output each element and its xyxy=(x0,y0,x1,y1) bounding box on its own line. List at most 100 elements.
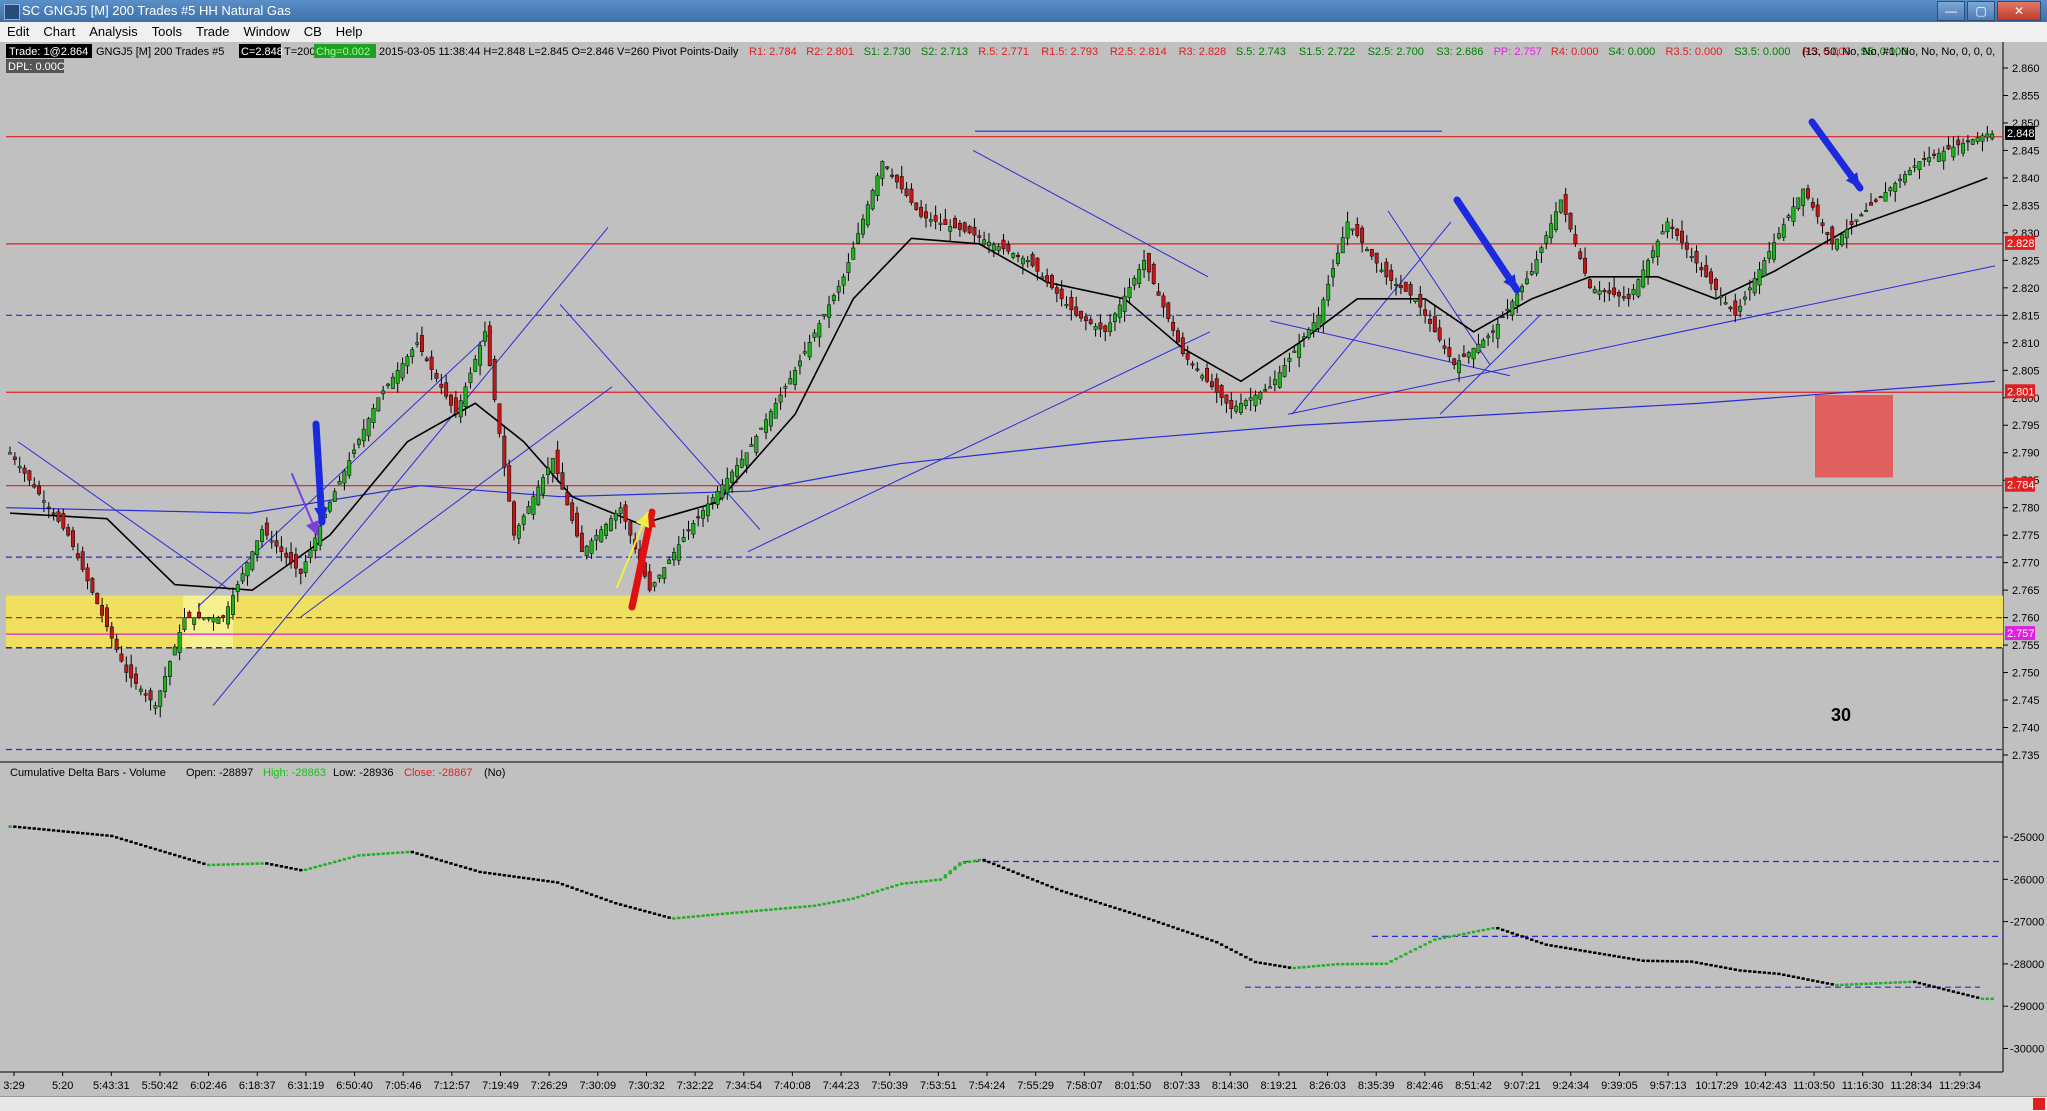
menu-help[interactable]: Help xyxy=(329,22,370,42)
menu-analysis[interactable]: Analysis xyxy=(82,22,144,42)
candle-body xyxy=(1636,279,1641,297)
delta-bar xyxy=(1108,905,1112,908)
delta-bar xyxy=(1428,940,1432,944)
candle-body xyxy=(1045,275,1050,283)
candle-body xyxy=(919,207,924,217)
candle-body xyxy=(332,491,337,502)
candle-body xyxy=(250,551,255,570)
candle-body xyxy=(1398,285,1403,289)
delta-bar xyxy=(1297,966,1301,969)
delta-bar xyxy=(1520,935,1524,938)
delta-bar xyxy=(1597,952,1602,955)
candle-body xyxy=(904,188,909,197)
candle-body xyxy=(1544,235,1549,244)
delta-bar xyxy=(827,901,831,905)
delta-bar xyxy=(1869,982,1873,985)
candle-body xyxy=(1776,233,1781,239)
delta-bar xyxy=(459,865,463,868)
candle-body xyxy=(1297,343,1302,358)
x-tick-label: 7:32:22 xyxy=(677,1080,714,1092)
level-price-label: 2.828 xyxy=(2007,238,2035,250)
delta-bar xyxy=(415,852,419,855)
delta-bar xyxy=(1748,970,1752,973)
candle-body xyxy=(1791,206,1796,222)
delta-bar xyxy=(1602,953,1607,956)
delta-bar xyxy=(1694,961,1699,964)
candle-body xyxy=(1587,279,1592,289)
subgraph-open: Open: -28897 xyxy=(186,767,253,779)
candle-body xyxy=(1369,248,1374,257)
candle-body xyxy=(148,690,153,701)
delta-bar xyxy=(1035,880,1040,883)
delta-bar xyxy=(677,916,681,920)
delta-bar xyxy=(909,881,914,884)
delta-bar xyxy=(1607,953,1611,957)
candle-body xyxy=(1083,316,1088,322)
delta-bar xyxy=(1113,906,1117,910)
delta-bar xyxy=(1166,924,1170,927)
delta-bar xyxy=(1263,962,1267,965)
delta-bar xyxy=(754,909,759,913)
x-tick-label: 7:44:23 xyxy=(823,1080,860,1092)
candle-body xyxy=(604,523,609,536)
delta-bar xyxy=(148,846,153,849)
delta-bar xyxy=(1370,962,1374,966)
delta-bar xyxy=(434,857,439,861)
delta-bar xyxy=(769,908,773,911)
candle-body xyxy=(216,617,221,624)
delta-bar xyxy=(1379,962,1384,966)
delta-bar xyxy=(1549,944,1553,947)
candle-body xyxy=(1180,337,1185,355)
candle-body xyxy=(1074,306,1079,316)
close-button[interactable]: ✕ xyxy=(1997,1,2041,21)
x-tick-label: 7:40:08 xyxy=(774,1080,811,1092)
delta-bar xyxy=(1888,981,1893,985)
delta-bar xyxy=(996,864,1001,868)
minimize-button[interactable]: — xyxy=(1937,1,1965,21)
delta-bar xyxy=(1471,930,1476,934)
chart-svg[interactable]: 30 2.8602.8552.8502.8452.8402.8352.8302.… xyxy=(0,42,2047,1096)
menu-chart[interactable]: Chart xyxy=(36,22,82,42)
candle-body xyxy=(536,486,541,506)
delta-bar xyxy=(1437,937,1442,940)
candle-body xyxy=(395,370,400,384)
candle-body xyxy=(167,661,172,677)
candle-body xyxy=(376,397,381,412)
candle-body xyxy=(827,304,831,318)
delta-bar xyxy=(900,882,904,886)
maximize-button[interactable]: ▢ xyxy=(1967,1,1995,21)
candle-body xyxy=(1912,165,1917,168)
candle-body xyxy=(521,515,526,525)
menu-cb[interactable]: CB xyxy=(297,22,329,42)
delta-bar xyxy=(681,916,686,919)
delta-bar xyxy=(17,825,22,829)
pivot-value: S1: 2.730 xyxy=(864,46,911,58)
candle-body xyxy=(1650,250,1655,258)
menu-window[interactable]: Window xyxy=(236,22,296,42)
delta-bar xyxy=(667,916,671,919)
delta-bar xyxy=(386,852,390,855)
delta-bar xyxy=(1016,872,1020,875)
candle-body xyxy=(1946,144,1951,150)
y-tick-label: 2.835 xyxy=(2012,200,2040,212)
delta-bar xyxy=(95,833,99,836)
menu-edit[interactable]: Edit xyxy=(0,22,36,42)
menu-tools[interactable]: Tools xyxy=(145,22,189,42)
candle-body xyxy=(1956,139,1961,146)
candle-body xyxy=(1621,296,1626,299)
candle-body xyxy=(1796,197,1801,209)
menu-trade[interactable]: Trade xyxy=(189,22,236,42)
delta-bar xyxy=(1418,945,1422,949)
delta-bar xyxy=(1132,912,1137,916)
delta-bar xyxy=(1389,960,1393,963)
delta-bar xyxy=(585,891,589,895)
candle-body xyxy=(1001,239,1006,250)
candle-body xyxy=(856,233,861,244)
chart-area[interactable]: 30 2.860 2.855 2.850 2.845 2.840 2.835 2.830 2.… xyxy=(0,42,2047,1096)
delta-bar xyxy=(696,914,700,918)
delta-bar xyxy=(1481,928,1485,932)
delta-bar xyxy=(1050,885,1054,889)
candle-body xyxy=(22,467,27,474)
candle-body xyxy=(1447,347,1452,357)
candle-body xyxy=(1568,212,1573,230)
